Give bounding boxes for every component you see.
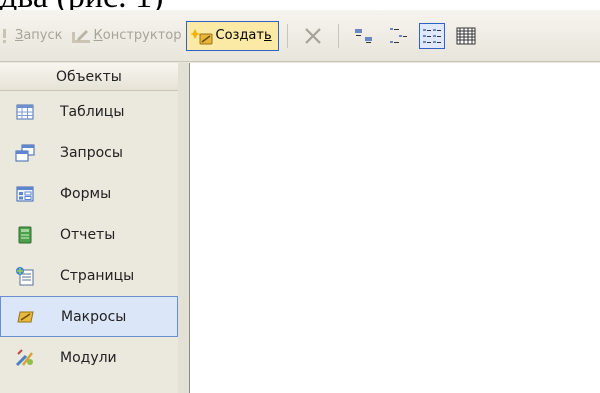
sidebar-item-reports[interactable]: Отчеты (0, 214, 178, 255)
small-icons-icon[interactable] (385, 23, 411, 49)
design-button[interactable]: Конструктор (71, 21, 182, 51)
design-label: онструктор (102, 28, 182, 43)
macro-icon (15, 306, 37, 328)
run-button[interactable]: Запуск (0, 21, 63, 51)
create-label-accel: ь (263, 28, 272, 43)
design-ruler-icon (71, 28, 91, 44)
panel-splitter[interactable] (178, 63, 189, 393)
query-icon (14, 142, 36, 164)
sidebar-item-macros[interactable]: Макросы (0, 296, 178, 337)
sidebar-item-label: Макросы (61, 308, 127, 325)
sidebar-item-label: Формы (60, 185, 112, 202)
toolbar-separator (286, 23, 288, 48)
sidebar-item-label: Модули (60, 349, 117, 366)
table-icon (14, 101, 36, 123)
design-label-accel: К (93, 28, 103, 43)
create-label: Создат (215, 28, 264, 43)
sidebar-item-modules[interactable]: Модули (0, 337, 178, 378)
sidebar-item-label: Страницы (60, 267, 135, 284)
objects-header-label: Объекты (56, 69, 122, 85)
page-icon (14, 265, 36, 287)
create-button[interactable]: Создать (185, 20, 279, 51)
form-icon (14, 183, 36, 205)
sidebar-item-label: Таблицы (60, 103, 125, 120)
run-label: апуск (23, 28, 63, 43)
database-toolbar: Запуск Конструктор Создать (0, 10, 600, 62)
module-icon (14, 347, 36, 369)
sidebar-item-pages[interactable]: Страницы (0, 255, 178, 296)
large-icons-icon[interactable] (351, 23, 377, 49)
details-view-icon[interactable] (453, 23, 479, 49)
cut-off-document-text: два (рис. 1) (0, 0, 163, 14)
toolbar-separator (337, 23, 339, 48)
sidebar-item-queries[interactable]: Запросы (0, 132, 178, 173)
list-view-icon[interactable] (418, 22, 445, 49)
new-sparkle-icon (190, 26, 213, 46)
report-icon (14, 224, 36, 246)
delete-icon[interactable] (300, 23, 326, 49)
objects-header[interactable]: Объекты (0, 63, 178, 91)
database-window: Запуск Конструктор Создать Объекты Табли… (0, 10, 600, 393)
exclamation-icon (0, 28, 10, 44)
objects-panel: Объекты Таблицы Запросы Формы Отчеты Стр… (0, 63, 178, 393)
sidebar-item-tables[interactable]: Таблицы (0, 91, 178, 132)
sidebar-item-label: Запросы (60, 144, 123, 161)
objects-list-area[interactable] (189, 63, 600, 393)
sidebar-item-forms[interactable]: Формы (0, 173, 178, 214)
sidebar-item-label: Отчеты (60, 226, 116, 243)
